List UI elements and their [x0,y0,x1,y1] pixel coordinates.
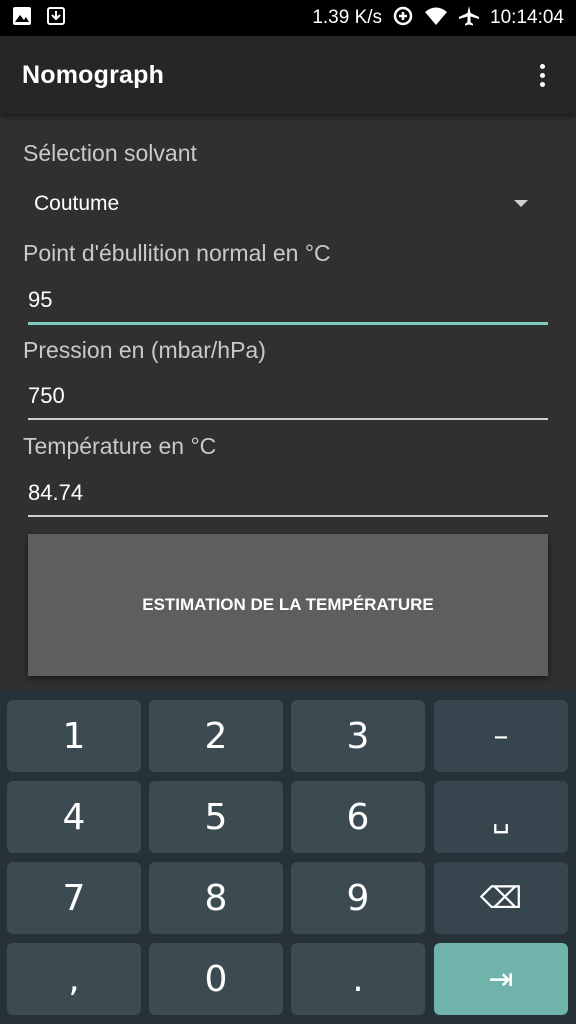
solvent-label: Sélection solvant [23,140,197,166]
key-5[interactable]: 5 [149,781,283,853]
key-comma[interactable]: , [7,943,141,1015]
download-notification-icon [46,6,66,30]
pressure-field-container [28,374,548,420]
image-notification-icon [12,6,32,30]
network-speed: 1.39 K/s [312,7,383,28]
key-space[interactable]: ␣ [434,781,568,853]
overflow-menu-icon[interactable] [530,55,554,95]
boiling-point-field-container [28,278,548,325]
pressure-input[interactable] [28,374,548,418]
wifi-icon [424,6,448,31]
form-content: Sélection solvant Coutume Point d'ébulli… [0,114,576,690]
dropdown-arrow-icon [514,200,528,207]
pressure-label: Pression en (mbar/hPa) [23,337,266,363]
app-title: Nomograph [22,60,165,89]
key-4[interactable]: 4 [7,781,141,853]
boiling-point-label: Point d'ébullition normal en °C [23,240,331,266]
estimate-temperature-button[interactable]: ESTIMATION DE LA TEMPÉRATURE [28,534,548,676]
boiling-point-input[interactable] [28,278,548,322]
key-1[interactable]: 1 [7,700,141,772]
key-backspace[interactable]: ⌫ [434,862,568,934]
key-minus[interactable]: – [434,700,568,772]
status-bar: 1.39 K/s 10:14:04 [0,0,576,36]
app-bar: Nomograph [0,36,576,114]
temperature-input[interactable] [28,471,548,515]
temperature-label: Température en °C [23,433,217,459]
numeric-keyboard: 1 2 3 – 4 5 6 ␣ 7 8 9 ⌫ , 0 . ⇥ [0,690,576,1024]
key-9[interactable]: 9 [291,862,425,934]
key-7[interactable]: 7 [7,862,141,934]
key-next[interactable]: ⇥ [434,943,568,1015]
key-6[interactable]: 6 [291,781,425,853]
key-period[interactable]: . [291,943,425,1015]
key-0[interactable]: 0 [149,943,283,1015]
clock: 10:14:04 [490,7,564,28]
temperature-field-container [28,471,548,517]
airplane-mode-icon [458,5,480,32]
solvent-spinner[interactable]: Coutume [28,184,548,224]
key-8[interactable]: 8 [149,862,283,934]
key-2[interactable]: 2 [149,700,283,772]
data-saver-icon [392,5,414,32]
solvent-spinner-value: Coutume [34,192,120,215]
key-3[interactable]: 3 [291,700,425,772]
